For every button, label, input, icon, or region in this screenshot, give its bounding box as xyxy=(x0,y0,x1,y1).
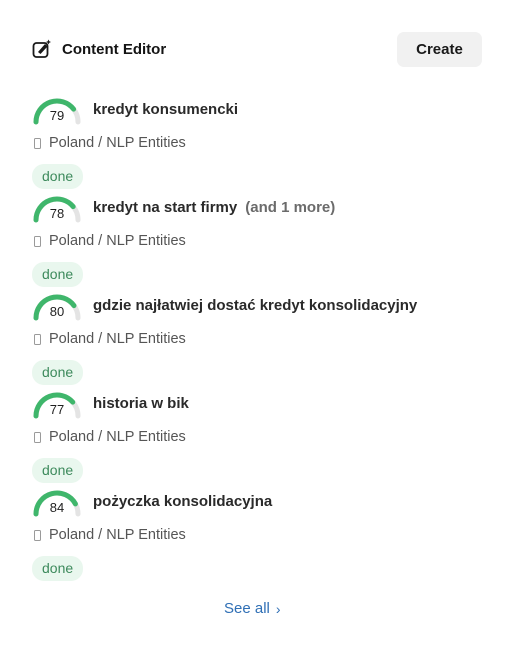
status-badge: done xyxy=(32,164,84,189)
score-value: 84 xyxy=(49,500,65,515)
score-gauge: 84 xyxy=(32,488,82,518)
item-meta: Poland / NLP Entities xyxy=(34,527,186,543)
mobile-device-icon xyxy=(34,137,41,149)
score-gauge: 78 xyxy=(32,194,82,224)
create-button[interactable]: Create xyxy=(397,32,482,67)
keyword-text: historia w bik xyxy=(93,395,189,412)
item-meta: Poland / NLP Entities xyxy=(34,135,186,151)
location-label: Poland / NLP Entities xyxy=(49,135,186,151)
list-item[interactable]: 80 gdzie najłatwiej dostać kredyt konsoli… xyxy=(32,292,482,390)
keyword-text: kredyt na start firmy xyxy=(93,199,238,216)
item-meta: Poland / NLP Entities xyxy=(34,429,186,445)
location-label: Poland / NLP Entities xyxy=(49,527,186,543)
status-badge: done xyxy=(32,458,84,483)
content-editor-header: Content Editor Create xyxy=(32,32,482,67)
list-item[interactable]: 84 pożyczka konsolidacyjna Poland / NLP En… xyxy=(32,488,482,586)
keyword-title[interactable]: pożyczka konsolidacyjna xyxy=(93,493,272,510)
location-label: Poland / NLP Entities xyxy=(49,429,186,445)
status-badge: done xyxy=(32,262,84,287)
see-all-label: See all xyxy=(224,600,270,617)
score-gauge: 79 xyxy=(32,96,82,126)
content-list: 79 kredyt konsumencki Poland / NLP Entitie… xyxy=(32,96,482,586)
list-item[interactable]: 79 kredyt konsumencki Poland / NLP Entitie… xyxy=(32,96,482,194)
list-item[interactable]: 78 kredyt na start firmy (and 1 more) Polan… xyxy=(32,194,482,292)
location-label: Poland / NLP Entities xyxy=(49,233,186,249)
mobile-device-icon xyxy=(34,529,41,541)
score-value: 80 xyxy=(49,304,65,319)
score-value: 77 xyxy=(49,402,65,417)
mobile-device-icon xyxy=(34,431,41,443)
score-value: 79 xyxy=(49,108,65,123)
item-meta: Poland / NLP Entities xyxy=(34,331,186,347)
chevron-right-icon: › xyxy=(275,600,281,617)
more-keywords: (and 1 more) xyxy=(245,199,336,216)
list-item[interactable]: 77 historia w bik Poland / NLP Entities don… xyxy=(32,390,482,488)
score-value: 78 xyxy=(49,206,65,221)
keyword-title[interactable]: kredyt na start firmy (and 1 more) xyxy=(93,199,335,216)
score-gauge: 77 xyxy=(32,390,82,420)
keyword-title[interactable]: gdzie najłatwiej dostać kredyt konsolida… xyxy=(93,297,417,314)
see-all-link[interactable]: See all › xyxy=(224,600,281,617)
score-gauge: 80 xyxy=(32,292,82,322)
status-badge: done xyxy=(32,556,84,581)
keyword-title[interactable]: kredyt konsumencki xyxy=(93,101,238,118)
page-title: Content Editor xyxy=(62,40,167,58)
location-label: Poland / NLP Entities xyxy=(49,331,186,347)
keyword-text: kredyt konsumencki xyxy=(93,101,239,118)
keyword-title[interactable]: historia w bik xyxy=(93,395,189,412)
mobile-device-icon xyxy=(34,235,41,247)
edit-sparkle-icon xyxy=(32,39,52,59)
keyword-text: gdzie najłatwiej dostać kredyt konsolida… xyxy=(93,297,418,314)
status-badge: done xyxy=(32,360,84,385)
mobile-device-icon xyxy=(34,333,41,345)
item-meta: Poland / NLP Entities xyxy=(34,233,186,249)
header-title-group: Content Editor xyxy=(32,39,166,59)
keyword-text: pożyczka konsolidacyjna xyxy=(93,493,273,510)
